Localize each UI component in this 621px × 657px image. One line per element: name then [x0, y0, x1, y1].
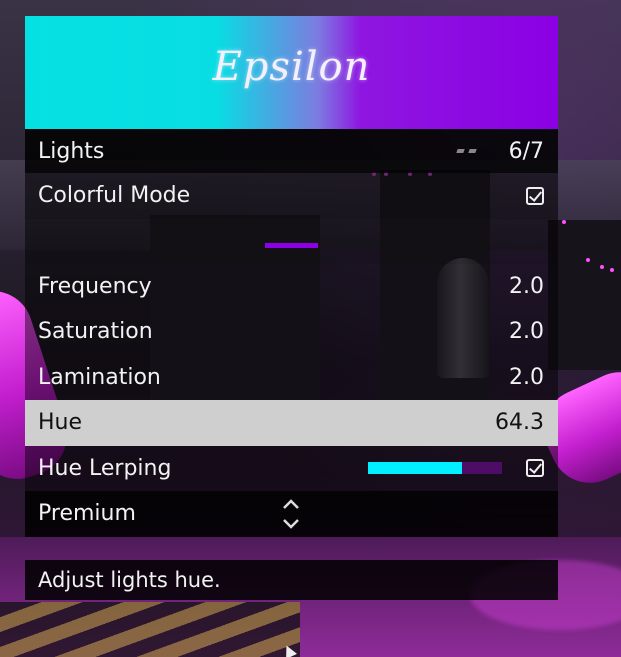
option-label: Lamination	[38, 364, 161, 390]
option-label: Colorful Mode	[38, 183, 191, 209]
submenu-title: Lights	[38, 138, 105, 164]
option-saturation[interactable]: Saturation 2.0	[25, 309, 558, 355]
option-hue-selected[interactable]: Hue 64.3	[25, 400, 558, 446]
city-tower	[548, 220, 621, 370]
option-value: 2.0	[509, 273, 544, 299]
separator-accent-bar	[265, 242, 318, 248]
hue-lerping-progress-bar	[368, 462, 502, 475]
menu-separator	[25, 218, 558, 264]
option-label: Hue	[38, 410, 83, 436]
option-frequency[interactable]: Frequency 2.0	[25, 263, 558, 309]
option-value: 64.3	[495, 410, 544, 436]
option-lamination[interactable]: Lamination 2.0	[25, 354, 558, 400]
page-indicator: 6/7	[508, 138, 544, 164]
option-description: Adjust lights hue.	[25, 559, 558, 600]
option-value: 2.0	[509, 319, 544, 345]
scroll-indicator-icon	[456, 149, 477, 153]
hazard-stripes	[0, 602, 300, 657]
progress-fill	[368, 462, 462, 475]
submenu-header: Lights 6/7	[25, 129, 558, 173]
option-label: Frequency	[38, 273, 152, 299]
option-hue-lerping[interactable]: Hue Lerping	[25, 445, 558, 491]
mod-menu: Epsilon Lights 6/7 Colorful Mode Frequen…	[25, 16, 558, 600]
option-colorful-mode[interactable]: Colorful Mode	[25, 173, 558, 219]
checkbox-checked-icon[interactable]	[526, 459, 544, 478]
up-down-arrows-icon	[281, 497, 301, 531]
menu-banner: Epsilon	[25, 16, 558, 129]
option-label: Hue Lerping	[38, 455, 172, 481]
option-value: 2.0	[509, 364, 544, 390]
option-label: Saturation	[38, 319, 153, 345]
menu-title: Epsilon	[212, 44, 371, 90]
checkbox-checked-icon[interactable]	[526, 186, 544, 205]
option-premium[interactable]: Premium	[25, 491, 558, 537]
